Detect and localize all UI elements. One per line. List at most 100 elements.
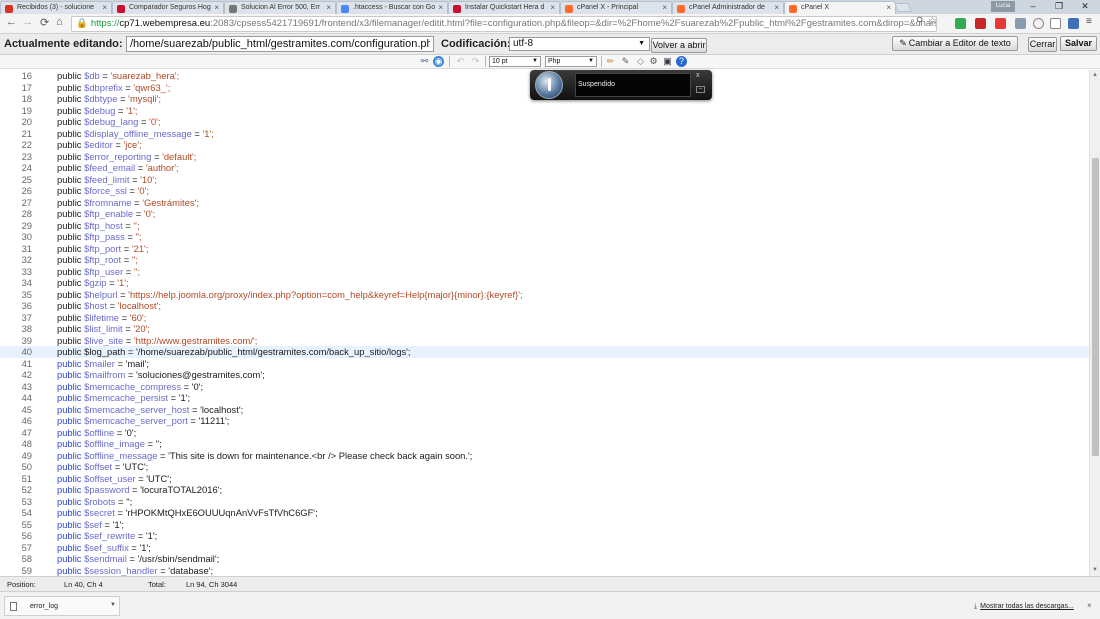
pdf-icon[interactable] [975, 18, 986, 29]
download-item[interactable]: error_log ▼ [4, 596, 120, 616]
code-line[interactable]: 43 public $memcache_compress = '0'; [0, 381, 1089, 393]
code-line[interactable]: 50 public $offset = 'UTC'; [0, 461, 1089, 473]
close-icon[interactable]: x [696, 72, 700, 79]
browser-tab[interactable]: cPanel X - Principal × [560, 1, 672, 14]
undo-icon[interactable]: ↶ [455, 56, 466, 67]
reload-icon[interactable]: ⟳ [40, 16, 49, 29]
pause-icon[interactable] [535, 71, 563, 99]
circle-icon[interactable] [1033, 18, 1044, 29]
scroll-down-icon[interactable]: ▼ [1092, 567, 1098, 573]
code-line[interactable]: 36 public $host = 'localhost'; [0, 300, 1089, 312]
code-line[interactable]: 42 public $mailfrom = 'soluciones@gestram… [0, 369, 1089, 381]
code-line[interactable]: 48 public $offline_image = ''; [0, 438, 1089, 450]
tab-close-icon[interactable]: × [662, 3, 667, 12]
search-replace-icon[interactable]: ⚯ [419, 56, 430, 67]
code-line[interactable]: 22 public $editor = 'jce'; [0, 139, 1089, 151]
code-line[interactable]: 34 public $gzip = '1'; [0, 277, 1089, 289]
browser-tab[interactable]: Comparador Seguros Hog × [112, 1, 224, 14]
code-line[interactable]: 58 public $sendmail = '/usr/sbin/sendmail… [0, 553, 1089, 565]
menu-icon[interactable]: ≡ [1086, 16, 1092, 27]
code-line[interactable]: 32 public $ftp_root = ''; [0, 254, 1089, 266]
minimize-icon[interactable]: – [696, 86, 705, 93]
drive-icon[interactable] [955, 18, 966, 29]
search-icon[interactable]: ⚲ [916, 16, 923, 27]
browser-tab[interactable]: Recibidos (3) - solucione × [0, 1, 112, 14]
code-line[interactable]: 33 public $ftp_user = ''; [0, 266, 1089, 278]
code-line[interactable]: 27 public $fromname = 'Gestrámites'; [0, 197, 1089, 209]
code-line[interactable]: 30 public $ftp_pass = ''; [0, 231, 1089, 243]
file-path-field[interactable] [126, 36, 434, 52]
code-line[interactable]: 45 public $memcache_server_host = 'localh… [0, 404, 1089, 416]
forward-arrow-icon[interactable]: → [22, 16, 33, 28]
tab-close-icon[interactable]: × [886, 3, 891, 12]
toggle-highlight-icon[interactable]: ✏ [605, 56, 616, 67]
switch-editor-button[interactable]: ✎ Cambiar a Editor de texto [892, 36, 1018, 51]
code-line[interactable]: 23 public $error_reporting = 'default'; [0, 151, 1089, 163]
fullscreen-icon[interactable]: ▣ [662, 56, 673, 67]
code-line[interactable]: 26 public $force_ssl = '0'; [0, 185, 1089, 197]
code-line[interactable]: 39 public $live_site = 'http://www.gestra… [0, 335, 1089, 347]
minimize-button[interactable]: – [1020, 1, 1046, 11]
dropbox-icon[interactable] [1015, 18, 1026, 29]
code-line[interactable]: 24 public $feed_email = 'author'; [0, 162, 1089, 174]
back-arrow-icon[interactable]: ← [6, 16, 17, 28]
code-line[interactable]: 28 public $ftp_enable = '0'; [0, 208, 1089, 220]
code-line[interactable]: 21 public $display_offline_message = '1'; [0, 128, 1089, 140]
scroll-up-icon[interactable]: ▲ [1092, 72, 1098, 78]
code-line[interactable]: 29 public $ftp_host = ''; [0, 220, 1089, 232]
code-line[interactable]: 44 public $memcache_persist = '1'; [0, 392, 1089, 404]
tab-close-icon[interactable]: × [214, 3, 219, 12]
brush-icon[interactable]: ✎ [620, 56, 631, 67]
code-editor[interactable]: 16 public $db = 'suarezab_hera'; 17 public … [0, 70, 1089, 576]
browser-tab[interactable]: Instalar Quickstart Hera d × [448, 1, 560, 14]
tab-close-icon[interactable]: × [102, 3, 107, 12]
help-icon[interactable]: ? [676, 56, 687, 67]
code-line[interactable]: 37 public $lifetime = '60'; [0, 312, 1089, 324]
code-line[interactable]: 49 public $offline_message = 'This site i… [0, 450, 1089, 462]
reopen-button[interactable]: Volver a abrir [651, 38, 707, 53]
tab-close-icon[interactable]: × [550, 3, 555, 12]
mail-icon[interactable] [1050, 18, 1061, 29]
star-icon[interactable]: ☆ [928, 16, 937, 27]
code-line[interactable]: 53 public $robots = ''; [0, 496, 1089, 508]
tab-close-icon[interactable]: × [438, 3, 443, 12]
code-line[interactable]: 54 public $secret = 'rHPOKMtQHxE6OUUUqnAn… [0, 507, 1089, 519]
code-line[interactable]: 40 public $log_path = '/home/suarezab/pub… [0, 346, 1089, 358]
code-line[interactable]: 56 public $sef_rewrite = '1'; [0, 530, 1089, 542]
code-line[interactable]: 35 public $helpurl = 'https://help.joomla… [0, 289, 1089, 301]
goto-line-icon[interactable]: ◉ [433, 56, 444, 67]
code-line[interactable]: 57 public $sef_suffix = '1'; [0, 542, 1089, 554]
code-line[interactable]: 52 public $password = 'locuraTOTAL2016'; [0, 484, 1089, 496]
code-line[interactable]: 25 public $feed_limit = '10'; [0, 174, 1089, 186]
show-all-downloads-link[interactable]: ⤓ Mostrar todas las descargas... [974, 603, 1074, 611]
eraser-icon[interactable]: ◇ [635, 56, 646, 67]
close-button[interactable]: Cerrar [1028, 37, 1057, 52]
chevron-down-icon[interactable]: ▼ [110, 602, 116, 608]
restore-button[interactable]: ❐ [1046, 1, 1072, 12]
save-button[interactable]: Salvar [1060, 36, 1097, 51]
user-badge[interactable]: Lucia [991, 1, 1015, 12]
home-icon[interactable]: ⌂ [56, 16, 63, 28]
new-tab-button[interactable] [894, 3, 912, 12]
language-select[interactable]: Php ▼ [545, 56, 597, 67]
shield-icon[interactable] [1068, 18, 1079, 29]
code-line[interactable]: 59 public $session_handler = 'database'; [0, 565, 1089, 577]
font-size-select[interactable]: 10 pt ▼ [489, 56, 541, 67]
vertical-scrollbar[interactable]: ▲ ▼ [1089, 70, 1100, 576]
code-line[interactable]: 38 public $list_limit = '20'; [0, 323, 1089, 335]
browser-tab[interactable]: cPanel X × [784, 1, 896, 15]
code-line[interactable]: 47 public $offline = '0'; [0, 427, 1089, 439]
redo-icon[interactable]: ↷ [470, 56, 481, 67]
encoding-select[interactable]: utf-8 ▼ [509, 37, 650, 51]
browser-tab[interactable]: .htaccess - Buscar con Go × [336, 1, 448, 14]
address-bar[interactable]: 🔒 https://cp71.webempresa.eu:2083/cpsess5… [71, 16, 937, 32]
browser-tab[interactable]: cPanel Administrador de × [672, 1, 784, 14]
code-line[interactable]: 20 public $debug_lang = '0'; [0, 116, 1089, 128]
code-line[interactable]: 41 public $mailer = 'mail'; [0, 358, 1089, 370]
tab-close-icon[interactable]: × [326, 3, 331, 12]
tab-close-icon[interactable]: × [774, 3, 779, 12]
code-line[interactable]: 51 public $offset_user = 'UTC'; [0, 473, 1089, 485]
code-line[interactable]: 31 public $ftp_port = '21'; [0, 243, 1089, 255]
scrollbar-thumb[interactable] [1092, 158, 1099, 456]
code-line[interactable]: 46 public $memcache_server_port = '11211'… [0, 415, 1089, 427]
